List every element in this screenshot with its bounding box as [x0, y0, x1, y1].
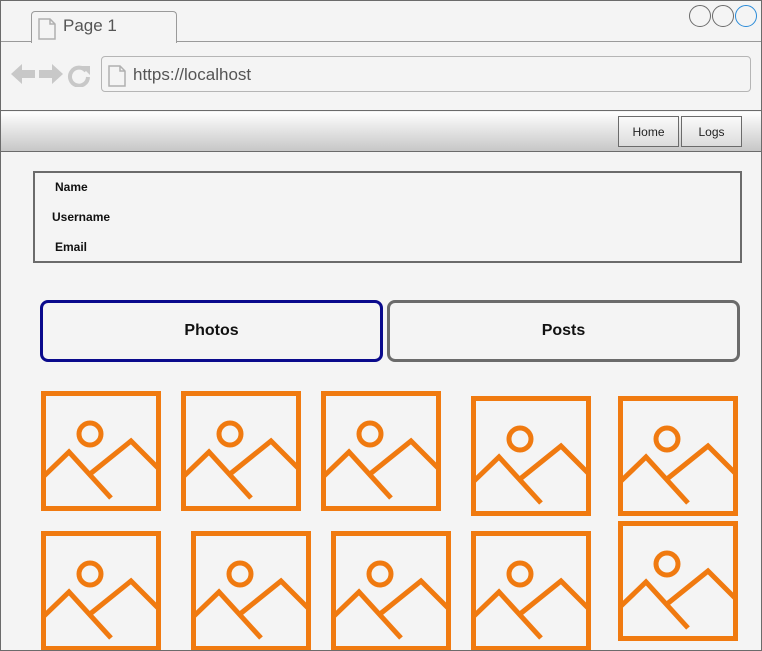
- photo-item[interactable]: [618, 396, 738, 516]
- image-placeholder-icon: [321, 391, 441, 511]
- page-icon: [108, 65, 126, 92]
- photo-item[interactable]: [471, 531, 591, 650]
- image-placeholder-icon: [471, 396, 591, 516]
- page-icon: [38, 18, 56, 45]
- photo-item[interactable]: [41, 531, 161, 650]
- window-controls: [689, 5, 757, 27]
- name-label: Name: [55, 180, 88, 194]
- forward-arrow-icon[interactable]: [39, 63, 63, 92]
- tab-strip: Page 1: [1, 1, 761, 43]
- image-placeholder-icon: [41, 391, 161, 511]
- photo-item[interactable]: [321, 391, 441, 511]
- email-label: Email: [55, 240, 88, 254]
- image-placeholder-icon: [618, 521, 738, 641]
- maximize-button[interactable]: [712, 5, 734, 27]
- address-bar[interactable]: https://localhost: [101, 56, 751, 92]
- profile-panel: Name Username Email: [33, 171, 742, 263]
- browser-tab[interactable]: Page 1: [31, 11, 177, 43]
- image-placeholder-icon: [41, 531, 161, 650]
- url-text: https://localhost: [133, 65, 252, 84]
- home-button[interactable]: Home: [618, 116, 679, 147]
- image-placeholder-icon: [471, 531, 591, 650]
- close-button[interactable]: [735, 5, 757, 27]
- username-label: Username: [52, 210, 111, 224]
- browser-window: Page 1 https://localhost Home Logs Name …: [0, 0, 762, 651]
- image-placeholder-icon: [618, 396, 738, 516]
- image-placeholder-icon: [191, 531, 311, 650]
- photo-item[interactable]: [471, 396, 591, 516]
- photo-item[interactable]: [618, 521, 738, 641]
- posts-tab-button[interactable]: Posts: [387, 300, 740, 362]
- photos-tab-button[interactable]: Photos: [40, 300, 383, 362]
- photo-item[interactable]: [181, 391, 301, 511]
- photo-item[interactable]: [41, 391, 161, 511]
- logs-button[interactable]: Logs: [681, 116, 742, 147]
- app-header: Home Logs: [1, 112, 761, 152]
- back-arrow-icon[interactable]: [11, 63, 35, 92]
- image-placeholder-icon: [331, 531, 451, 650]
- photo-item[interactable]: [191, 531, 311, 650]
- image-placeholder-icon: [181, 391, 301, 511]
- tab-title: Page 1: [63, 16, 117, 35]
- minimize-button[interactable]: [689, 5, 711, 27]
- reload-icon[interactable]: [67, 63, 91, 92]
- navigation-bar: https://localhost: [1, 42, 761, 111]
- photo-item[interactable]: [331, 531, 451, 650]
- nav-icons: [11, 63, 91, 92]
